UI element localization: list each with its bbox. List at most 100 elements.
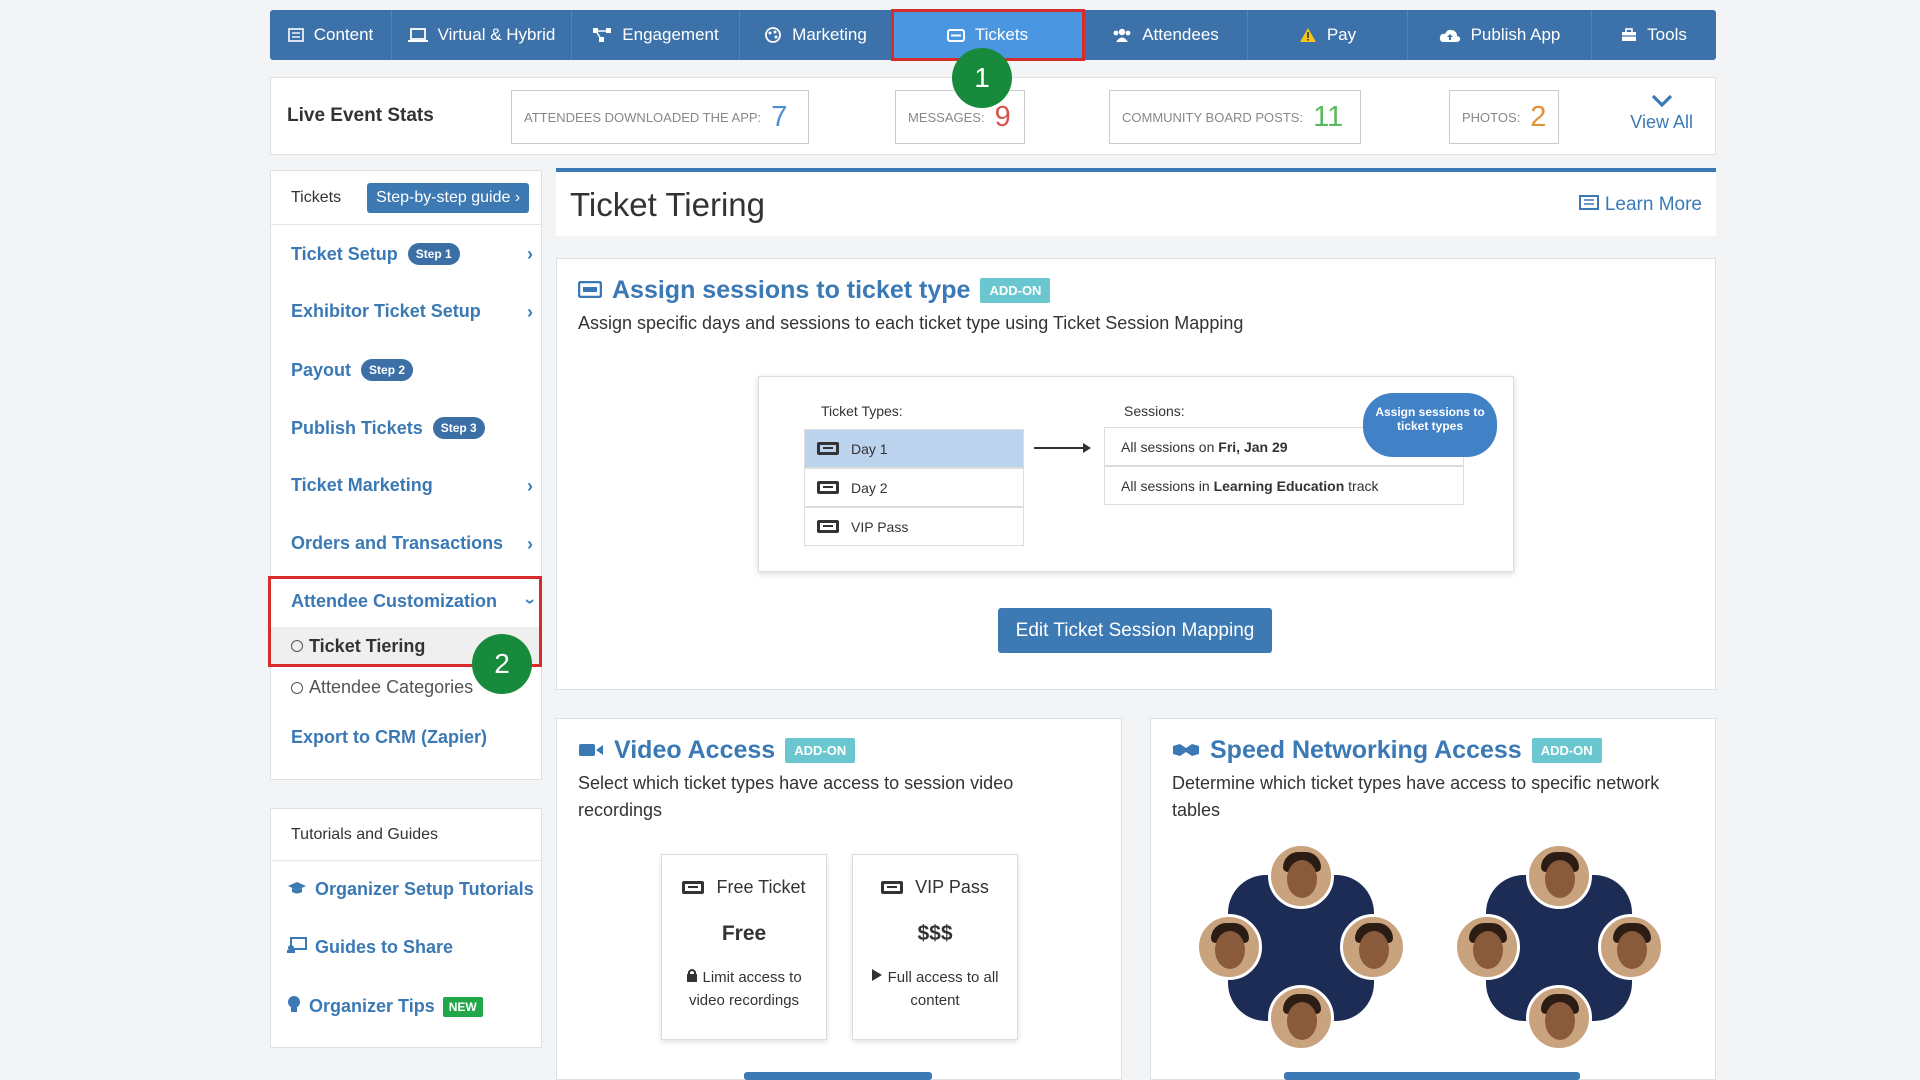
ticket-type-row: Day 2 <box>804 468 1024 507</box>
avatar <box>1454 914 1520 980</box>
vip-pass-card: VIP Pass $$$ Full access to all content <box>852 854 1018 1040</box>
toolbox-icon <box>1621 28 1637 42</box>
step-annotation-2: 2 <box>472 634 532 694</box>
stat-label: COMMUNITY BOARD POSTS: <box>1122 109 1304 125</box>
tab-publish-app[interactable]: Publish App <box>1408 10 1592 60</box>
learn-more-label: Learn More <box>1604 194 1702 215</box>
video-access-title: Video Access ADD-ON <box>578 736 856 765</box>
step-by-step-guide-button[interactable]: Step-by-step guide › <box>367 182 530 213</box>
stat-app-downloads: ATTENDEES DOWNLOADED THE APP: 7 <box>511 90 809 144</box>
session-bold-text: Learning Education <box>1213 477 1345 494</box>
avatar <box>1526 843 1592 909</box>
share-screen-icon <box>287 937 307 958</box>
ticket-icon <box>881 881 904 894</box>
ticket-icon <box>946 28 965 42</box>
view-all-button[interactable]: View All <box>1630 90 1693 133</box>
sidebar-item-label: Export to CRM (Zapier) <box>291 727 487 747</box>
chevron-right-icon[interactable]: › <box>527 534 533 555</box>
ticket-name: VIP Pass <box>915 877 989 897</box>
ticket-type-label: Day 2 <box>851 479 888 496</box>
tab-label: Attendees <box>1142 25 1219 44</box>
sidebar-item-organizer-tips[interactable]: Organizer Tips NEW <box>287 995 483 1018</box>
session-row: All sessions in Learning Education track <box>1104 466 1464 505</box>
tab-label: Marketing <box>792 25 867 44</box>
video-camera-icon <box>578 736 604 765</box>
sidebar-item-label: Ticket Marketing <box>291 475 433 495</box>
sidebar-header: Tickets Step-by-step guide › <box>271 171 541 225</box>
speech-bubble: Assign sessions to ticket types <box>1363 393 1497 457</box>
avatar <box>1268 985 1334 1051</box>
sidebar-item-guides-to-share[interactable]: Guides to Share <box>287 937 453 958</box>
speed-networking-button[interactable] <box>1284 1072 1580 1080</box>
tab-label: Pay <box>1326 25 1357 44</box>
video-access-description: Select which ticket types have access to… <box>578 773 1014 820</box>
ticket-icon <box>682 881 705 894</box>
learn-more-link[interactable]: Learn More <box>1578 194 1702 216</box>
stat-community-posts: COMMUNITY BOARD POSTS: 11 <box>1109 90 1361 144</box>
tab-engagement[interactable]: Engagement <box>572 10 740 60</box>
guide-button-label: Step-by-step guide <box>376 188 511 206</box>
stat-value: 7 <box>771 100 788 133</box>
card-title-text: Video Access <box>614 736 776 764</box>
ticket-icon <box>817 442 839 455</box>
ticket-type-row: Day 1 <box>804 429 1024 468</box>
sidebar-item-exhibitor-ticket-setup[interactable]: Exhibitor Ticket Setup <box>291 301 481 322</box>
chevron-down-icon <box>1630 90 1693 112</box>
addon-badge: ADD-ON <box>785 738 856 763</box>
tab-attendees[interactable]: Attendees <box>1084 10 1248 60</box>
page-header: Ticket Tiering Learn More <box>556 168 1716 236</box>
tab-content[interactable]: Content <box>270 10 392 60</box>
sidebar-item-payout[interactable]: Payout Step 2 <box>291 359 414 381</box>
lightbulb-icon <box>287 995 301 1018</box>
marketing-icon <box>764 27 782 43</box>
chevron-right-icon[interactable]: › <box>527 302 533 323</box>
sidebar-item-label: Payout <box>291 359 352 380</box>
avatar <box>1598 914 1664 980</box>
session-text: All sessions in <box>1121 477 1210 494</box>
sidebar-item-setup-tutorials[interactable]: Organizer Setup Tutorials <box>287 879 534 900</box>
step-annotation-1: 1 <box>952 48 1012 108</box>
stat-photos: PHOTOS: 2 <box>1449 90 1559 144</box>
video-access-button[interactable] <box>744 1072 932 1080</box>
sidebar-item-label: Exhibitor Ticket Setup <box>291 301 481 321</box>
sidebar-item-publish-tickets[interactable]: Publish Tickets Step 3 <box>291 417 485 439</box>
chevron-right-icon[interactable]: › <box>527 244 533 265</box>
tab-label: Tickets <box>974 25 1029 44</box>
tab-marketing[interactable]: Marketing <box>740 10 892 60</box>
ticket-description: Limit access to video recordings <box>688 969 802 1009</box>
sidebar-item-export-crm[interactable]: Export to CRM (Zapier) <box>291 727 487 748</box>
edit-ticket-session-mapping-button[interactable]: Edit Ticket Session Mapping <box>998 608 1272 653</box>
ticket-types-label: Ticket Types: <box>821 403 903 419</box>
stat-label: MESSAGES: <box>908 109 985 125</box>
sidebar-item-label: Orders and Transactions <box>291 533 504 553</box>
circle-icon <box>291 681 303 694</box>
sidebar-item-ticket-setup[interactable]: Ticket Setup Step 1 <box>291 243 460 265</box>
speed-networking-title: Speed Networking Access ADD-ON <box>1172 736 1602 765</box>
ticket-icon <box>817 481 839 494</box>
arrow-right-icon <box>1034 443 1091 453</box>
warning-icon <box>1299 27 1317 43</box>
sidebar-item-label: Guides to Share <box>315 937 454 957</box>
content-icon <box>287 28 304 42</box>
card-title-text: Speed Networking Access <box>1210 736 1522 764</box>
chevron-right-icon[interactable]: › <box>527 476 533 497</box>
ticket-icon <box>577 276 603 305</box>
sidebar-subitem-attendee-categories[interactable]: Attendee Categories <box>291 677 473 698</box>
graduation-cap-icon <box>287 879 307 900</box>
tab-label: Tools <box>1647 25 1687 44</box>
ticket-type-row: VIP Pass <box>804 507 1024 546</box>
new-badge: NEW <box>442 996 483 1017</box>
ticket-icon <box>817 520 839 533</box>
ticket-type-label: VIP Pass <box>851 518 909 535</box>
ticket-description: Full access to all content <box>887 969 999 1009</box>
sidebar-header-label: Tickets <box>291 188 342 206</box>
sidebar-item-orders-transactions[interactable]: Orders and Transactions <box>291 533 503 554</box>
stat-value: 9 <box>994 100 1011 133</box>
tab-tools[interactable]: Tools <box>1592 10 1716 60</box>
book-icon <box>1578 194 1599 216</box>
sidebar-item-ticket-marketing[interactable]: Ticket Marketing <box>291 475 433 496</box>
session-text: All sessions on <box>1121 438 1215 455</box>
users-icon <box>1112 28 1132 42</box>
tab-virtual-hybrid[interactable]: Virtual & Hybrid <box>392 10 572 60</box>
tab-pay[interactable]: Pay <box>1248 10 1408 60</box>
